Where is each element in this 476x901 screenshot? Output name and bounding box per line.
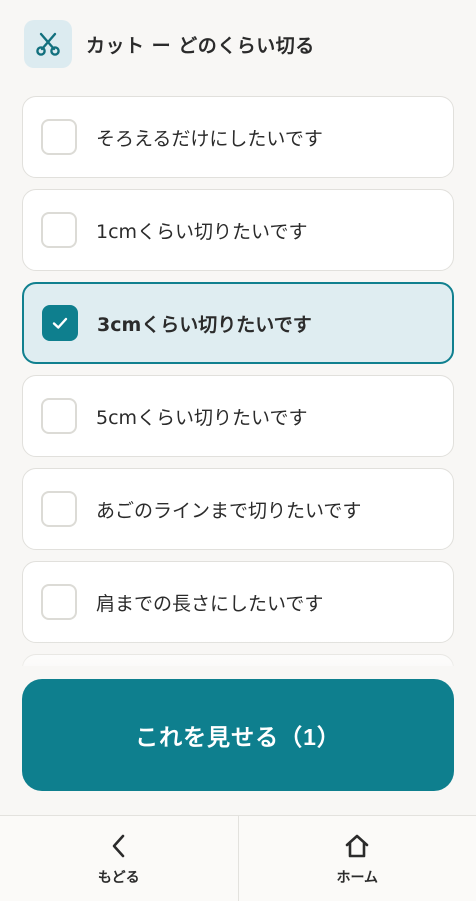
- checkbox[interactable]: [41, 398, 77, 434]
- show-this-button[interactable]: これを見せる（1）: [22, 679, 454, 791]
- option-label: そろえるだけにしたいです: [96, 124, 323, 151]
- nav-home-button[interactable]: ホーム: [238, 816, 476, 901]
- scissors-icon: [24, 20, 72, 68]
- option-item-shoulder[interactable]: 肩までの長さにしたいです: [22, 561, 454, 643]
- home-icon: [343, 831, 371, 861]
- checkbox[interactable]: [41, 212, 77, 248]
- bottom-nav: もどる ホーム: [0, 815, 476, 901]
- option-item-jawline[interactable]: あごのラインまで切りたいです: [22, 468, 454, 550]
- option-label: 5cmくらい切りたいです: [96, 403, 307, 430]
- checkbox[interactable]: [41, 584, 77, 620]
- option-label: 1cmくらい切りたいです: [96, 217, 307, 244]
- page-title: カット ー どのくらい切る: [86, 31, 315, 58]
- nav-home-label: ホーム: [336, 867, 378, 887]
- option-label: あごのラインまで切りたいです: [96, 496, 361, 523]
- option-list: そろえるだけにしたいです 1cmくらい切りたいです 3cmくらい切りたいです 5…: [22, 96, 454, 747]
- option-item-3cm[interactable]: 3cmくらい切りたいです: [22, 282, 454, 364]
- checkbox[interactable]: [41, 491, 77, 527]
- check-icon: [50, 313, 70, 333]
- option-item-1cm[interactable]: 1cmくらい切りたいです: [22, 189, 454, 271]
- option-label: 肩までの長さにしたいです: [96, 589, 323, 616]
- action-bar: これを見せる（1）: [0, 666, 476, 814]
- page-header: カット ー どのくらい切る: [24, 20, 315, 68]
- option-item-5cm[interactable]: 5cmくらい切りたいです: [22, 375, 454, 457]
- chevron-left-icon: [107, 831, 131, 861]
- option-label: 3cmくらい切りたいです: [97, 310, 312, 337]
- checkbox[interactable]: [41, 119, 77, 155]
- option-item-trim[interactable]: そろえるだけにしたいです: [22, 96, 454, 178]
- nav-back-button[interactable]: もどる: [0, 816, 238, 901]
- nav-back-label: もどる: [98, 867, 140, 887]
- checkbox-checked[interactable]: [42, 305, 78, 341]
